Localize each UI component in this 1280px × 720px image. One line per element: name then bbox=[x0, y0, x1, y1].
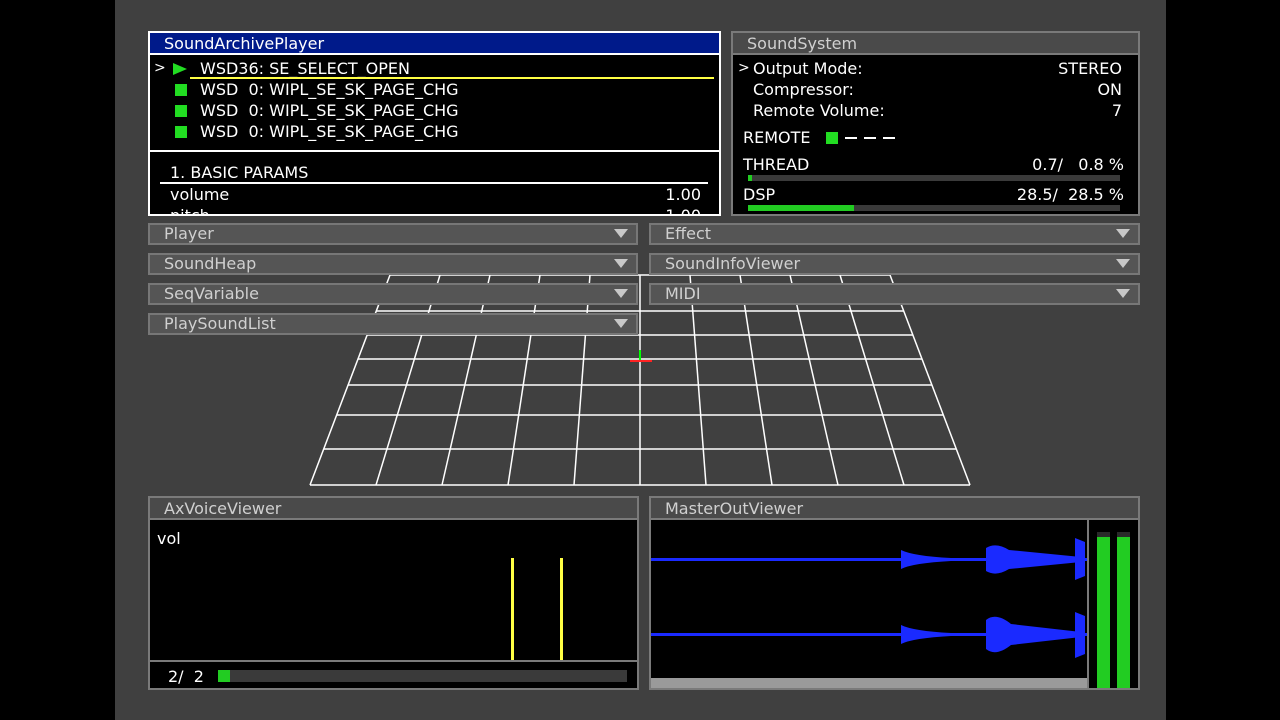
sound-list-item-playing[interactable]: WSD36: SE_SELECT_OPEN bbox=[200, 58, 410, 79]
cursor-marker: > bbox=[738, 60, 750, 76]
param-pitch-value[interactable]: 1.00 bbox=[665, 205, 701, 214]
ax-voice-viewer-panel: vol 2/ 2 bbox=[148, 518, 639, 690]
remote-label: REMOTE bbox=[743, 128, 811, 147]
vol-label: vol bbox=[157, 529, 181, 548]
menu-soundheap[interactable]: SoundHeap bbox=[148, 253, 638, 275]
grid-line bbox=[573, 274, 591, 486]
grid-line bbox=[889, 274, 971, 486]
remote-volume-label: Remote Volume: bbox=[753, 101, 885, 120]
green-square-icon bbox=[175, 126, 187, 138]
compressor-value[interactable]: ON bbox=[1097, 79, 1122, 100]
thread-value: 0.7/ 0.8 % bbox=[1032, 155, 1124, 174]
param-volume-label: volume bbox=[170, 185, 230, 204]
menu-midi-label: MIDI bbox=[665, 284, 701, 303]
param-pitch-label: pitch bbox=[170, 206, 210, 216]
chevron-down-icon[interactable] bbox=[1116, 259, 1130, 268]
remote-volume-value[interactable]: 7 bbox=[1112, 100, 1122, 121]
param-volume-value[interactable]: 1.00 bbox=[665, 184, 701, 205]
voice-count: 2/ 2 bbox=[168, 667, 204, 686]
menu-playsoundlist-label: PlaySoundList bbox=[164, 314, 276, 333]
dsp-label: DSP bbox=[743, 185, 776, 204]
dsp-meter bbox=[748, 205, 1120, 211]
chevron-down-icon[interactable] bbox=[1116, 289, 1130, 298]
ax-voice-viewer-title: AxVoiceViewer bbox=[148, 496, 639, 518]
grid-line bbox=[441, 274, 491, 486]
master-out-viewer-panel bbox=[649, 518, 1140, 690]
sound-list-item[interactable]: WSD 0: WIPL_SE_SK_PAGE_CHG bbox=[200, 100, 459, 121]
voice-vol-bar bbox=[560, 558, 563, 660]
thread-meter bbox=[748, 175, 1120, 181]
grid-line bbox=[689, 274, 707, 486]
divider bbox=[150, 150, 719, 152]
sound-archive-player-panel: > WSD36: SE_SELECT_OPEN WSD 0: WIPL_SE_S… bbox=[148, 53, 721, 216]
params-header-underline bbox=[160, 182, 708, 184]
output-mode-label: Output Mode: bbox=[753, 59, 863, 78]
remote-status-icon bbox=[826, 132, 838, 144]
level-meter-left bbox=[1097, 532, 1110, 688]
compressor-label: Compressor: bbox=[753, 80, 854, 99]
game-debug-screen: SoundArchivePlayer > WSD36: SE_SELECT_OP… bbox=[115, 0, 1166, 720]
grid-line bbox=[839, 274, 905, 486]
grid-line bbox=[789, 274, 839, 486]
thread-label: THREAD bbox=[743, 155, 810, 174]
menu-effect[interactable]: Effect bbox=[649, 223, 1140, 245]
menu-player-label: Player bbox=[164, 224, 214, 243]
dsp-meter-fill bbox=[748, 205, 855, 211]
chevron-down-icon[interactable] bbox=[614, 289, 628, 298]
thread-meter-fill bbox=[748, 175, 753, 181]
menu-player[interactable]: Player bbox=[148, 223, 638, 245]
grid-line bbox=[309, 274, 391, 486]
chevron-down-icon[interactable] bbox=[614, 259, 628, 268]
params-header: 1. BASIC PARAMS bbox=[170, 163, 309, 182]
menu-playsoundlist[interactable]: PlaySoundList bbox=[148, 313, 638, 335]
master-waveform bbox=[651, 538, 1087, 658]
play-icon bbox=[173, 63, 187, 75]
menu-soundinfoviewer[interactable]: SoundInfoViewer bbox=[649, 253, 1140, 275]
menu-effect-label: Effect bbox=[665, 224, 712, 243]
chevron-down-icon[interactable] bbox=[614, 229, 628, 238]
chevron-down-icon[interactable] bbox=[614, 319, 628, 328]
dsp-value: 28.5/ 28.5 % bbox=[1016, 185, 1124, 204]
waveform-scrollbar[interactable] bbox=[651, 678, 1087, 688]
divider bbox=[1087, 520, 1089, 688]
remote-dash-icon bbox=[883, 137, 895, 139]
level-meter-right-fill bbox=[1117, 536, 1130, 688]
voice-count-meter-fill bbox=[218, 670, 231, 682]
grid-line bbox=[507, 274, 541, 486]
menu-midi[interactable]: MIDI bbox=[649, 283, 1140, 305]
grid-line bbox=[739, 274, 773, 486]
cursor-marker: > bbox=[154, 60, 166, 76]
menu-soundinfoviewer-label: SoundInfoViewer bbox=[665, 254, 801, 273]
sound-list-item[interactable]: WSD 0: WIPL_SE_SK_PAGE_CHG bbox=[200, 121, 459, 142]
level-meter-left-fill bbox=[1097, 536, 1110, 688]
grid-line bbox=[375, 274, 441, 486]
sound-list-item[interactable]: WSD 0: WIPL_SE_SK_PAGE_CHG bbox=[200, 79, 459, 100]
divider bbox=[150, 660, 637, 662]
green-square-icon bbox=[175, 84, 187, 96]
level-meter-right bbox=[1117, 532, 1130, 688]
menu-soundheap-label: SoundHeap bbox=[164, 254, 257, 273]
menu-seqvariable[interactable]: SeqVariable bbox=[148, 283, 638, 305]
output-mode-value[interactable]: STEREO bbox=[1058, 58, 1122, 79]
voice-count-meter bbox=[218, 670, 627, 682]
remote-dash-icon bbox=[864, 137, 876, 139]
green-square-icon bbox=[175, 105, 187, 117]
voice-vol-bar bbox=[511, 558, 514, 660]
remote-dash-icon bbox=[845, 137, 857, 139]
sound-archive-player-title: SoundArchivePlayer bbox=[148, 31, 721, 53]
sound-system-panel: > Output Mode: STEREO Compressor: ON Rem… bbox=[731, 53, 1140, 216]
chevron-down-icon[interactable] bbox=[1116, 229, 1130, 238]
menu-seqvariable-label: SeqVariable bbox=[164, 284, 259, 303]
sound-system-title: SoundSystem bbox=[731, 31, 1140, 53]
master-out-viewer-title: MasterOutViewer bbox=[649, 496, 1140, 518]
